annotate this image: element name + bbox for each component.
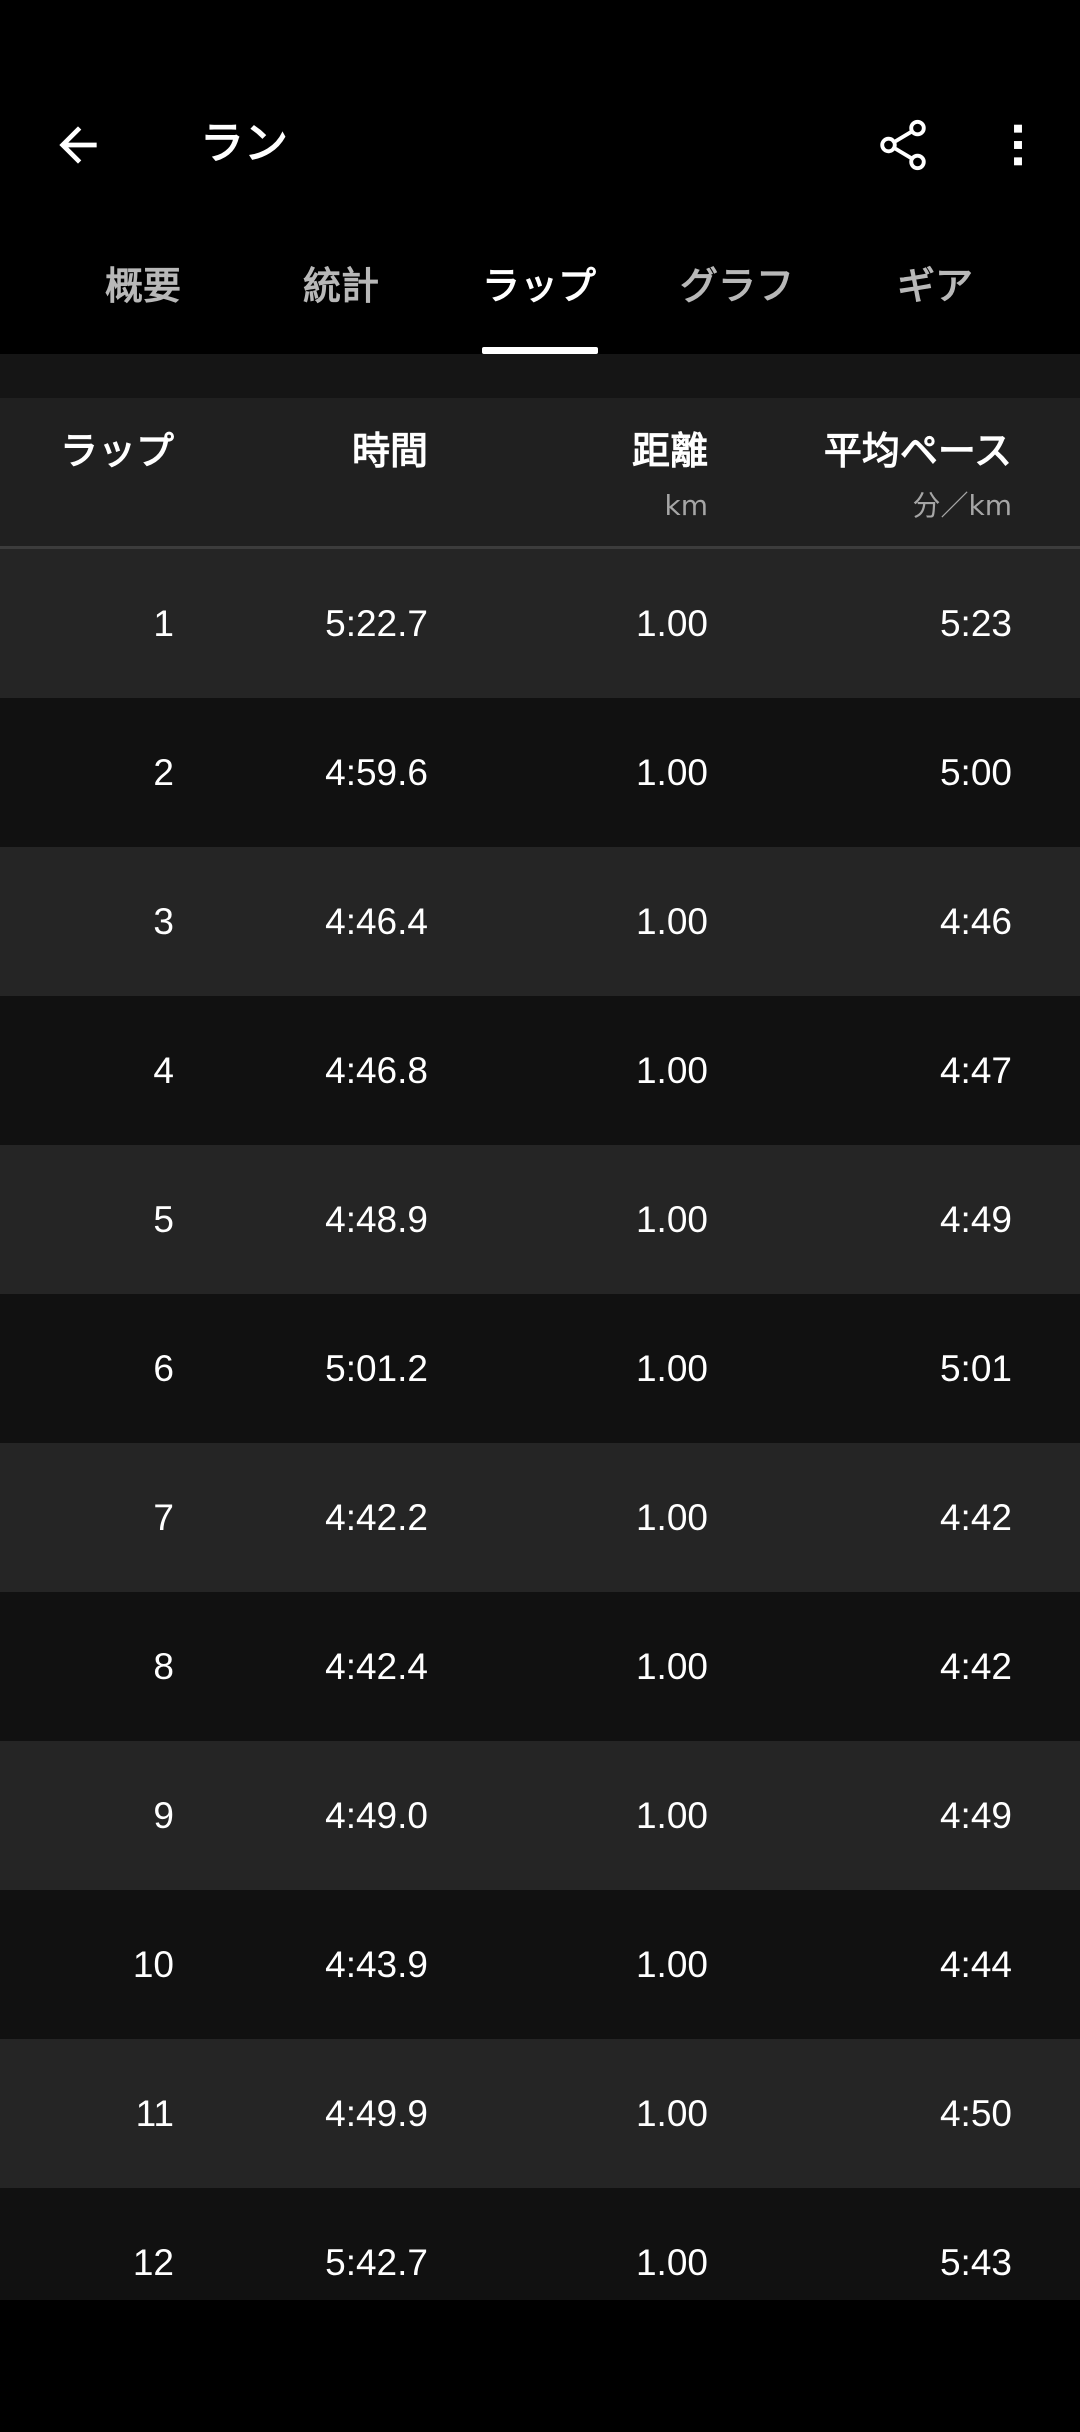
page-title: ラン [200, 118, 288, 169]
lap-pace: 5:23 [939, 603, 1012, 644]
lap-pace: 4:49 [939, 1199, 1012, 1240]
table-row[interactable]: 5 4:48.9 1.00 4:49 [0, 1145, 1080, 1294]
lap-pace: 4:47 [939, 1050, 1012, 1091]
lap-distance: 1.00 [635, 1646, 708, 1687]
header-time: 時間 [352, 426, 428, 476]
tab-overview[interactable]: 概要 [45, 210, 241, 354]
lap-number: 7 [153, 1497, 174, 1538]
lap-time: 4:49.0 [325, 1795, 428, 1836]
header-lap: ラップ [60, 426, 174, 476]
tab-graph[interactable]: グラフ [639, 210, 835, 354]
table-header: ラップ 時間 距離 km 平均ペース 分／km [0, 398, 1080, 549]
lap-number: 1 [153, 603, 174, 644]
lap-pace: 4:50 [939, 2093, 1012, 2134]
lap-distance: 1.00 [635, 901, 708, 942]
lap-time: 4:46.4 [325, 901, 428, 942]
lap-distance: 1.00 [635, 752, 708, 793]
bottom-bar-area [0, 2300, 1080, 2432]
lap-number: 6 [153, 1348, 174, 1389]
lap-number: 5 [153, 1199, 174, 1240]
header-lap-label: ラップ [59, 429, 174, 473]
header-pace-unit: 分／km [912, 489, 1013, 522]
lap-time: 4:48.9 [325, 1199, 428, 1240]
lap-distance: 1.00 [635, 1199, 708, 1240]
lap-number: 3 [153, 901, 174, 942]
lap-pace: 4:46 [939, 901, 1012, 942]
header-pace-label: 平均ペース [823, 429, 1012, 473]
tab-bar: 概要 統計 ラップ グラフ ギア [0, 210, 1080, 354]
divider [0, 354, 1080, 398]
lap-number: 11 [135, 2093, 174, 2134]
back-button[interactable] [30, 97, 126, 193]
table-row[interactable]: 10 4:43.9 1.00 4:44 [0, 1890, 1080, 2039]
tab-laps[interactable]: ラップ [441, 210, 637, 354]
lap-time: 4:42.4 [325, 1646, 428, 1687]
lap-distance: 1.00 [635, 1944, 708, 1985]
lap-time: 4:43.9 [325, 1944, 428, 1985]
lap-distance: 1.00 [635, 603, 708, 644]
laps-table: 1 5:22.7 1.00 5:23 2 4:59.6 1.00 5:00 3 … [0, 549, 1080, 2337]
table-row[interactable]: 1 5:22.7 1.00 5:23 [0, 549, 1080, 698]
lap-pace: 4:49 [939, 1795, 1012, 1836]
share-icon [880, 119, 926, 171]
lap-distance: 1.00 [635, 2093, 708, 2134]
active-tab-indicator [482, 347, 598, 354]
lap-number: 2 [153, 752, 174, 793]
table-row[interactable]: 8 4:42.4 1.00 4:42 [0, 1592, 1080, 1741]
lap-time: 4:49.9 [325, 2093, 428, 2134]
lap-number: 8 [153, 1646, 174, 1687]
lap-number: 4 [153, 1050, 174, 1091]
lap-distance: 1.00 [635, 1050, 708, 1091]
lap-distance: 1.00 [635, 1795, 708, 1836]
more-options-button[interactable] [970, 97, 1066, 193]
lap-pace: 4:42 [939, 1646, 1012, 1687]
header-distance: 距離 km [632, 426, 708, 526]
app-bar: ラン [0, 80, 1080, 210]
table-row[interactable]: 6 5:01.2 1.00 5:01 [0, 1294, 1080, 1443]
lap-time: 4:46.8 [325, 1050, 428, 1091]
header-time-label: 時間 [351, 429, 428, 473]
table-row[interactable]: 9 4:49.0 1.00 4:49 [0, 1741, 1080, 1890]
table-row[interactable]: 7 4:42.2 1.00 4:42 [0, 1443, 1080, 1592]
arrow-left-icon [59, 126, 97, 164]
lap-pace: 4:44 [939, 1944, 1012, 1985]
status-bar-area [0, 0, 1080, 80]
lap-time: 4:59.6 [325, 752, 428, 793]
lap-time: 5:22.7 [325, 603, 428, 644]
table-row[interactable]: 4 4:46.8 1.00 4:47 [0, 996, 1080, 1145]
tab-gear[interactable]: ギア [837, 210, 1033, 354]
table-row[interactable]: 11 4:49.9 1.00 4:50 [0, 2039, 1080, 2188]
table-row[interactable]: 3 4:46.4 1.00 4:46 [0, 847, 1080, 996]
lap-distance: 1.00 [635, 1497, 708, 1538]
lap-number: 9 [153, 1795, 174, 1836]
header-distance-unit: km [664, 489, 709, 522]
lap-pace: 4:42 [939, 1497, 1012, 1538]
share-button[interactable] [855, 97, 951, 193]
lap-number: 10 [132, 1944, 174, 1985]
table-row[interactable]: 2 4:59.6 1.00 5:00 [0, 698, 1080, 847]
lap-time: 5:01.2 [325, 1348, 428, 1389]
more-vert-icon [1014, 124, 1022, 166]
tab-stats[interactable]: 統計 [243, 210, 439, 354]
header-distance-label: 距離 [631, 429, 708, 473]
lap-pace: 5:01 [939, 1348, 1012, 1389]
header-pace: 平均ペース 分／km [824, 426, 1012, 526]
lap-pace: 5:00 [939, 752, 1012, 793]
lap-distance: 1.00 [635, 1348, 708, 1389]
lap-time: 4:42.2 [325, 1497, 428, 1538]
